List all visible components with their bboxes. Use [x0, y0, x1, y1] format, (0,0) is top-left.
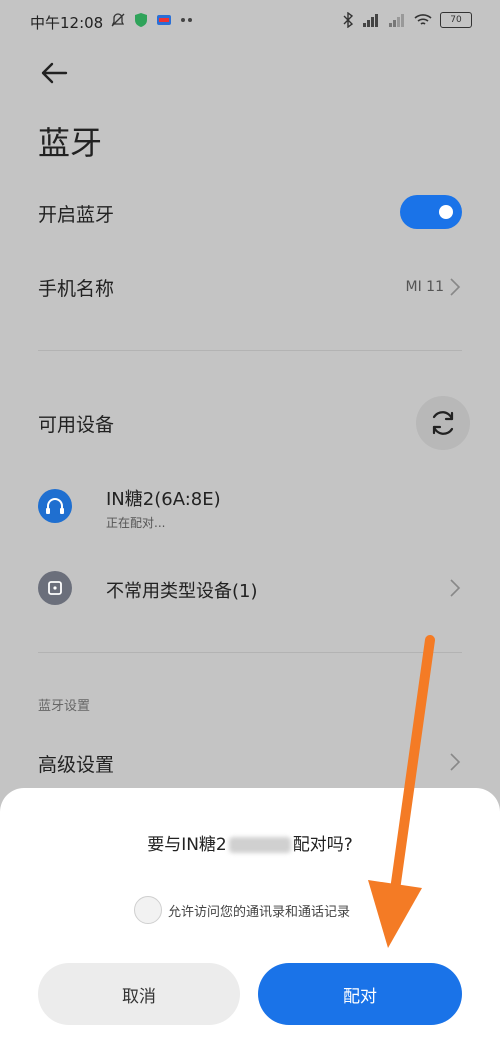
bluetooth-icon — [343, 12, 354, 28]
dialog-title-prefix: 要与IN糖2 — [147, 835, 227, 855]
section-label: 蓝牙设置 — [38, 699, 91, 714]
signal-icon — [389, 14, 404, 27]
wifi-icon — [414, 14, 432, 25]
advanced-settings-label: 高级设置 — [38, 754, 115, 776]
device-name[interactable]: IN糖2(6A:8E) — [106, 485, 221, 511]
device-name[interactable]: 不常用类型设备(1) — [106, 577, 258, 603]
redacted-address — [228, 837, 291, 853]
refresh-icon — [432, 411, 454, 435]
divider — [38, 652, 462, 653]
page-title: 蓝牙 — [38, 124, 103, 162]
status-time: 中午12:08 — [30, 14, 104, 32]
contacts-access-label: 允许访问您的通讯录和通话记录 — [168, 904, 351, 920]
device-icon — [38, 571, 72, 605]
dialog-title-suffix: 配对吗? — [292, 835, 353, 855]
app-icon — [157, 15, 171, 25]
phone-name-label: 手机名称 — [38, 278, 115, 300]
divider — [38, 350, 462, 351]
bell-off-icon — [111, 13, 125, 27]
chevron-right-icon — [450, 753, 461, 771]
phone-name-value: MI 11 — [405, 279, 444, 295]
battery-level: 70 — [450, 15, 462, 25]
more-dots-icon — [181, 18, 192, 22]
bluetooth-toggle-row[interactable]: 开启蓝牙 — [38, 200, 462, 227]
chevron-right-icon — [450, 278, 461, 296]
shield-icon — [135, 13, 147, 27]
bluetooth-toggle-label: 开启蓝牙 — [38, 204, 115, 226]
status-bar: 中午12:08 70 — [0, 0, 500, 44]
cancel-button[interactable]: 取消 — [38, 963, 240, 1025]
device-status: 正在配对... — [106, 516, 166, 530]
headphones-icon — [38, 489, 72, 523]
contacts-access-option[interactable]: 允许访问您的通讯录和通话记录 — [134, 896, 350, 924]
contacts-access-checkbox[interactable] — [134, 896, 162, 924]
signal-icon — [363, 14, 378, 27]
toggle-knob — [439, 205, 453, 219]
advanced-settings-row[interactable]: 高级设置 — [38, 750, 462, 777]
phone-name-row[interactable]: 手机名称 — [38, 274, 462, 301]
pair-dialog: 要与IN糖2 配对吗? 允许访问您的通讯录和通话记录 取消 配对 — [0, 788, 500, 1045]
available-devices-header: 可用设备 — [38, 410, 462, 437]
dialog-title: 要与IN糖2 配对吗? — [0, 830, 500, 855]
available-devices-label: 可用设备 — [38, 414, 115, 436]
chevron-right-icon — [450, 579, 461, 597]
arrow-left-icon[interactable] — [38, 58, 70, 88]
battery-icon: 70 — [440, 12, 472, 28]
refresh-button[interactable] — [416, 396, 470, 450]
pair-button[interactable]: 配对 — [258, 963, 462, 1025]
bluetooth-toggle[interactable] — [400, 195, 462, 229]
